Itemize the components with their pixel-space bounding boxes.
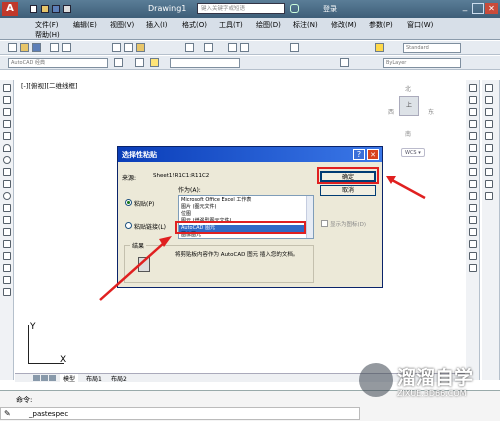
command-prompt: 命令: [16,396,33,404]
command-input[interactable]: ✎ _pastespec [0,407,360,420]
watermark-name: 溜溜自学 [397,367,474,389]
tab-nav-prev[interactable] [41,375,48,381]
tab-layout1[interactable]: 布局1 [83,374,105,383]
tab-layout2[interactable]: 布局2 [108,374,130,383]
watermark: 溜溜自学 ZIXUE.3D66.COM [357,361,500,409]
watermark-logo-icon [359,363,393,397]
command-history: _pastespec [29,410,69,418]
tab-nav-next[interactable] [49,375,56,381]
watermark-url: ZIXUE.3D66.COM [397,389,467,398]
command-settings-icon[interactable]: ✎ [4,409,11,418]
tab-model[interactable]: 模型 [60,374,79,383]
tab-nav-first[interactable] [33,375,40,381]
annotation-arrows [99,176,426,301]
